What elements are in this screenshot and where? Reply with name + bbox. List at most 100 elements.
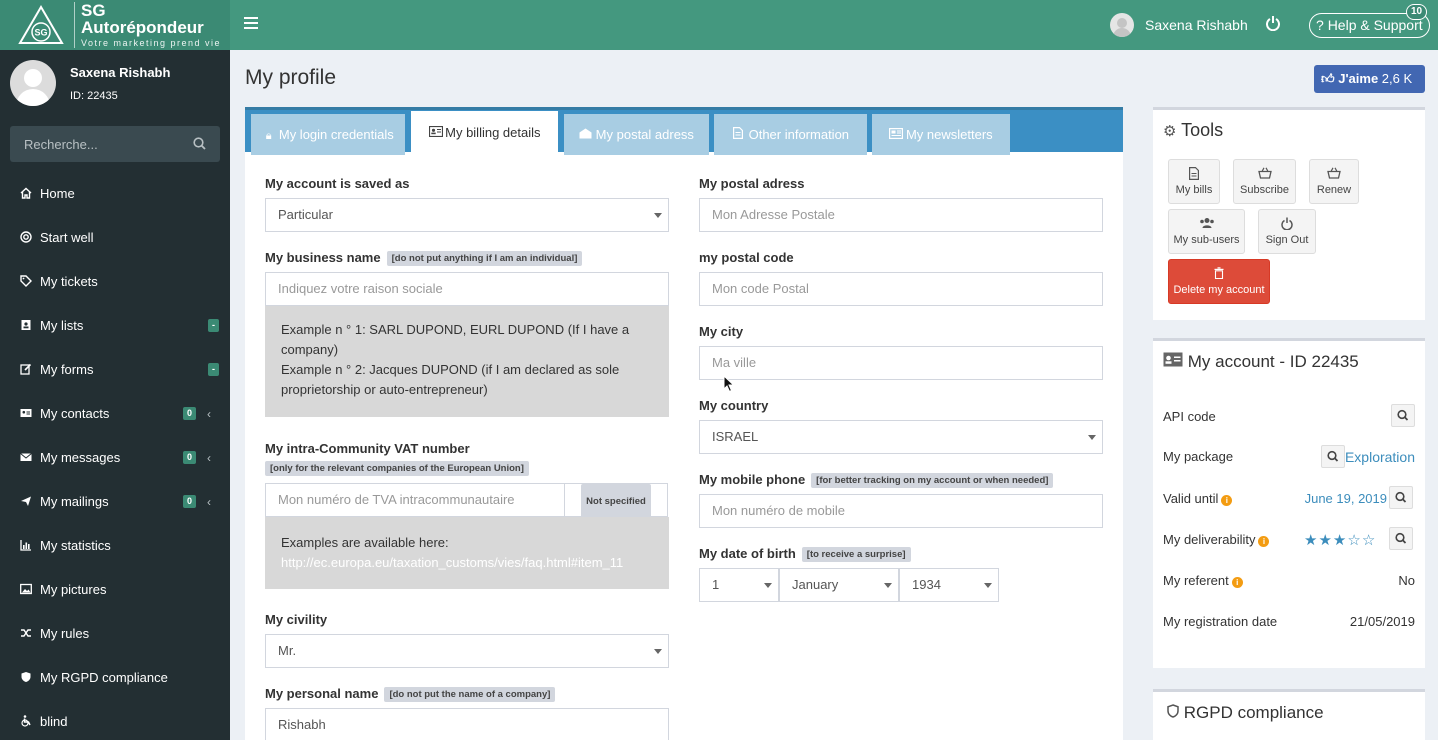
personal-label-text: My personal name <box>265 686 379 701</box>
header-user-menu[interactable]: Saxena Rishabh <box>1110 13 1248 37</box>
id-card-icon <box>20 393 32 417</box>
dob-label-text: My date of birth <box>699 546 796 561</box>
like-count: 2,6 K <box>1381 71 1413 86</box>
rgpd-title: RGPD compliance <box>1167 703 1324 723</box>
star-filled-icon: ★ <box>1318 532 1333 549</box>
sidebar-item-pictures[interactable]: My pictures <box>0 568 230 612</box>
account-panel: My account - ID 22435 API code My packag… <box>1153 338 1425 668</box>
search-icon <box>1395 532 1407 544</box>
deliverability-row: My deliverability i ★★★☆☆ <box>1163 532 1415 549</box>
search-input[interactable] <box>10 126 180 162</box>
sidebar-item-lists[interactable]: My lists - <box>0 304 230 348</box>
referent-value: No <box>1398 573 1415 588</box>
tab-login-credentials[interactable]: 🔒︎ My login credentials <box>251 114 405 155</box>
search-icon <box>1327 450 1339 462</box>
tab-postal-adress[interactable]: My postal adress <box>564 114 709 155</box>
avatar <box>10 60 56 106</box>
newspaper-icon <box>889 116 904 157</box>
vat-hint-wrap: [only for the relevant companies of the … <box>259 460 529 476</box>
tab-billing-details[interactable]: My billing details <box>411 111 558 155</box>
vat-hint: [only for the relevant companies of the … <box>265 461 529 476</box>
postal-code-input[interactable]: Mon code Postal <box>699 272 1103 306</box>
tab-label: Other information <box>748 127 850 142</box>
civility-select[interactable]: Mr. <box>265 634 669 668</box>
sidebar-item-contacts[interactable]: My contacts 0 ‹ <box>0 392 230 436</box>
package-search-button[interactable] <box>1321 445 1345 468</box>
delete-account-button[interactable]: Delete my account <box>1168 259 1270 304</box>
vat-examples-link[interactable]: http://ec.europa.eu/taxation_customs/vie… <box>281 555 623 570</box>
info-icon[interactable]: i <box>1258 536 1270 547</box>
vat-label: My intra-Community VAT number <box>265 441 470 456</box>
dob-month-value: January <box>792 577 839 592</box>
subscribe-button[interactable]: Subscribe <box>1233 159 1296 204</box>
business-example-2: Example n ° 2: Jacques DUPOND (if I am d… <box>281 362 620 397</box>
vat-note-title: Examples are available here: <box>281 535 449 550</box>
business-hint: [do not put anything if I am an individu… <box>386 251 583 266</box>
dob-year-select[interactable]: 1934 <box>899 568 999 602</box>
personal-name-input[interactable]: Rishabh <box>265 708 669 740</box>
facebook-like-button[interactable]: 👍︎ J'aime 2,6 K <box>1314 65 1425 93</box>
sidebar-item-label: My mailings <box>40 494 109 509</box>
thumbs-up-icon: 👍︎ <box>1321 71 1335 86</box>
sidebar-item-forms[interactable]: My forms - <box>0 348 230 392</box>
civility-label: My civility <box>265 612 328 627</box>
sidebar-item-mailings[interactable]: My mailings 0 ‹ <box>0 480 230 524</box>
sidebar-item-blind[interactable]: blind <box>0 700 230 740</box>
lock-icon: 🔒︎ <box>265 130 272 142</box>
dob-day-select[interactable]: 1 <box>699 568 779 602</box>
package-link[interactable]: Exploration <box>1345 449 1415 465</box>
valid-until-row: Valid until i June 19, 2019 <box>1163 491 1415 506</box>
sidebar-item-messages[interactable]: My messages 0 ‹ <box>0 436 230 480</box>
home-icon <box>20 173 32 199</box>
count-badge: 0 <box>182 407 196 420</box>
registration-label: My registration date <box>1163 614 1278 629</box>
country-value: ISRAEL <box>712 429 759 444</box>
info-icon[interactable]: i <box>1231 577 1243 588</box>
tools-panel: ⚙︎ Tools My bills Subscribe Renew My sub… <box>1153 107 1425 320</box>
sidebar-item-label: My messages <box>40 450 121 465</box>
sub-users-button[interactable]: My sub-users <box>1168 209 1245 254</box>
sidebar-user-id: ID: 22435 <box>70 90 118 102</box>
sidebar-item-statistics[interactable]: My statistics <box>0 524 230 568</box>
mobile-input[interactable]: Mon numéro de mobile <box>699 494 1103 528</box>
referent-label: My referent <box>1163 573 1229 588</box>
sign-out-label: Sign Out <box>1265 234 1309 246</box>
tab-other-information[interactable]: Other information <box>714 114 867 155</box>
sidebar-item-home[interactable]: Home <box>0 172 230 216</box>
business-name-input[interactable]: Indiquez votre raison sociale <box>265 272 669 306</box>
dob-month-select[interactable]: January <box>779 568 899 602</box>
country-select[interactable]: ISRAEL <box>699 420 1103 454</box>
my-bills-button[interactable]: My bills <box>1168 159 1220 204</box>
power-icon[interactable] <box>1264 15 1282 35</box>
logo[interactable]: SG SG Autorépondeur Votre marketing pren… <box>0 0 230 50</box>
tab-newsletters[interactable]: My newsletters <box>872 114 1010 155</box>
package-row: My package Exploration <box>1163 449 1415 465</box>
tab-label: My billing details <box>445 125 541 140</box>
shield-icon <box>1167 703 1179 722</box>
search-icon[interactable] <box>193 137 206 153</box>
sign-out-button[interactable]: Sign Out <box>1258 209 1316 254</box>
api-code-search-button[interactable] <box>1391 404 1415 427</box>
postal-adress-input[interactable]: Mon Adresse Postale <box>699 198 1103 232</box>
dob-hint: [to receive a surprise] <box>801 547 911 562</box>
count-badge: - <box>208 319 219 332</box>
civility-value: Mr. <box>278 643 297 658</box>
caret-down-icon <box>654 649 662 654</box>
menu-toggle-icon[interactable] <box>244 17 258 31</box>
sidebar-item-rules[interactable]: My rules <box>0 612 230 656</box>
sidebar-item-label: My forms <box>40 362 94 377</box>
sidebar-item-tickets[interactable]: My tickets <box>0 260 230 304</box>
sidebar-item-rgpd[interactable]: My RGPD compliance <box>0 656 230 700</box>
valid-until-search-button[interactable] <box>1389 486 1413 509</box>
deliverability-search-button[interactable] <box>1389 527 1413 550</box>
renew-button[interactable]: Renew <box>1309 159 1359 204</box>
vat-input[interactable]: Mon numéro de TVA intracommunautaire <box>265 483 565 517</box>
tag-icon <box>20 261 32 287</box>
sidebar-item-label: Start well <box>40 230 94 245</box>
delete-account-label: Delete my account <box>1173 284 1265 296</box>
account-type-select[interactable]: Particular <box>265 198 669 232</box>
city-input[interactable]: Ma ville <box>699 346 1103 380</box>
info-icon[interactable]: i <box>1221 495 1233 506</box>
sidebar-item-start-well[interactable]: Start well <box>0 216 230 260</box>
dob-year-value: 1934 <box>912 577 941 592</box>
